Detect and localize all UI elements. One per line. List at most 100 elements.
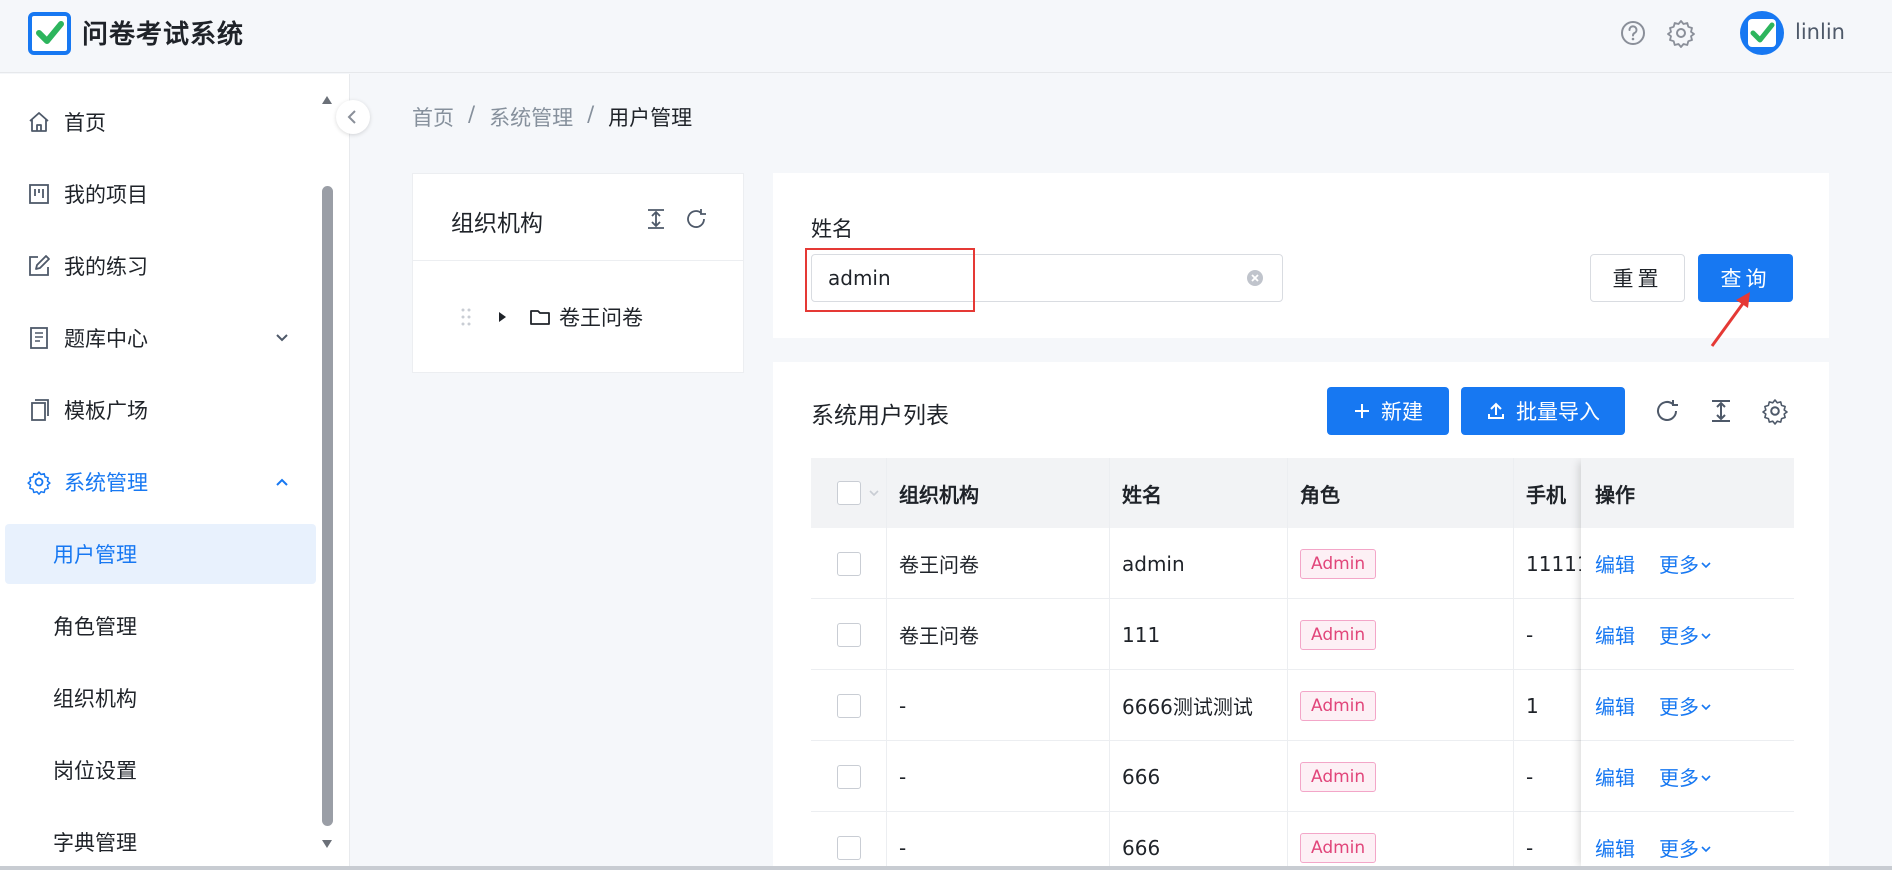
column-header-ops: 操作 [1581,458,1794,528]
drag-handle-icon[interactable] [459,306,473,328]
sidebar-item-system-management[interactable]: 系统管理 [0,452,316,512]
chevron-left-icon [347,110,356,124]
breadcrumb: 首页 / 系统管理 / 用户管理 [412,102,692,132]
batch-import-button[interactable]: 批量导入 [1461,387,1625,435]
sidebar-item-position-settings[interactable]: 岗位设置 [5,740,316,800]
column-height-icon[interactable] [1707,397,1735,425]
ops-cell: 编辑 更多 [1581,812,1794,870]
chevron-down-icon [1701,845,1711,852]
batch-import-label: 批量导入 [1516,400,1600,424]
plus-icon [1355,404,1369,418]
gear-icon[interactable] [1666,18,1696,48]
breadcrumb-home[interactable]: 首页 [412,102,454,132]
settings-icon[interactable] [1761,397,1789,425]
column-header-name: 姓名 [1122,482,1162,507]
role-badge: Admin [1300,619,1377,650]
edit-link[interactable]: 编辑 [1595,549,1635,578]
sidebar-item-template-market[interactable]: 模板广场 [0,380,316,440]
ops-cell: 编辑 更多 [1581,528,1794,599]
sidebar-item-my-projects[interactable]: 我的项目 [0,164,316,224]
cell-org: - [899,835,907,860]
edit-icon [29,255,50,276]
cell-phone: - [1526,622,1534,647]
refresh-icon[interactable] [1653,397,1681,425]
copy-icon [31,399,49,421]
new-button[interactable]: 新建 [1327,387,1449,435]
sidebar-item-role-management[interactable]: 角色管理 [5,596,316,656]
chevron-down-icon [1701,774,1711,781]
role-badge: Admin [1300,761,1377,792]
column-height-icon[interactable] [643,206,669,232]
row-checkbox[interactable] [837,835,861,860]
row-checkbox[interactable] [837,764,861,789]
cell-name: admin [1122,551,1185,576]
sidebar-item-label: 首页 [64,111,106,135]
edit-link[interactable]: 编辑 [1595,620,1635,649]
new-button-label: 新建 [1381,400,1423,424]
sidebar-item-label: 题库中心 [64,327,148,351]
more-dropdown[interactable]: 更多 [1659,762,1713,791]
breadcrumb-section[interactable]: 系统管理 [489,102,573,132]
more-label: 更多 [1659,694,1699,719]
reset-button[interactable]: 重置 [1590,254,1685,302]
select-all-cell[interactable] [837,458,881,528]
caret-right-icon[interactable] [495,310,509,324]
select-all-checkbox[interactable] [837,481,861,505]
search-panel: 姓名 重置 查询 [773,173,1829,338]
book-icon [30,327,48,349]
breadcrumb-current: 用户管理 [608,106,693,130]
sidebar-item-label: 模板广场 [64,399,148,423]
row-checkbox[interactable] [837,622,861,647]
question-circle-icon[interactable] [1618,18,1648,48]
sidebar-item-user-management[interactable]: 用户管理 [5,524,316,584]
gear-icon [27,471,51,495]
sidebar-item-question-bank[interactable]: 题库中心 [0,308,316,368]
user-table-panel: 系统用户列表 新建 批量导入 组织机构 姓名 角色 手机 卷王问卷 admin [773,362,1829,870]
more-dropdown[interactable]: 更多 [1659,620,1713,649]
more-dropdown[interactable]: 更多 [1659,549,1713,578]
chevron-up-icon [276,478,288,486]
sidebar-collapse-button[interactable] [336,100,370,134]
sidebar-item-organization[interactable]: 组织机构 [5,668,316,728]
sidebar-item-my-practice[interactable]: 我的练习 [0,236,316,296]
tree-node-label: 卷王问卷 [559,306,643,330]
upload-icon [1488,402,1504,419]
name-field-label: 姓名 [811,217,853,241]
scrollbar-thumb[interactable] [322,186,333,826]
org-tree-panel: 组织机构 卷王问卷 [412,173,744,373]
column-header-org: 组织机构 [899,482,979,507]
chevron-down-icon[interactable] [867,486,881,500]
sidebar-item-label: 组织机构 [53,687,137,711]
role-badge: Admin [1300,548,1377,579]
clear-icon[interactable] [1245,268,1265,288]
refresh-icon[interactable] [683,206,709,232]
sidebar-item-label: 字典管理 [53,831,137,855]
column-header-role: 角色 [1300,482,1340,507]
edit-link[interactable]: 编辑 [1595,691,1635,720]
ops-cell: 编辑 更多 [1581,670,1794,741]
avatar[interactable] [1740,11,1784,55]
edit-link[interactable]: 编辑 [1595,833,1635,862]
tree-node[interactable]: 卷王问卷 [459,302,643,332]
row-checkbox[interactable] [837,693,861,718]
more-label: 更多 [1659,765,1699,790]
more-dropdown[interactable]: 更多 [1659,833,1713,862]
cell-org: - [899,693,907,718]
chevron-down-icon [1701,703,1711,710]
more-label: 更多 [1659,552,1699,577]
sidebar-item-home[interactable]: 首页 [0,92,316,152]
org-panel-title: 组织机构 [451,211,543,237]
app-title: 问卷考试系统 [82,20,245,50]
row-checkbox[interactable] [837,551,861,576]
chevron-down-icon [276,334,288,342]
user-name[interactable]: linlin [1795,20,1845,44]
logo-icon [28,12,71,55]
more-label: 更多 [1659,836,1699,861]
sidebar-item-label: 我的项目 [64,183,148,207]
chevron-down-icon [1701,561,1711,568]
sidebar-item-dictionary[interactable]: 字典管理 [5,812,316,870]
edit-link[interactable]: 编辑 [1595,762,1635,791]
column-header-phone: 手机 [1526,482,1566,507]
more-dropdown[interactable]: 更多 [1659,691,1713,720]
role-badge: Admin [1300,832,1377,863]
